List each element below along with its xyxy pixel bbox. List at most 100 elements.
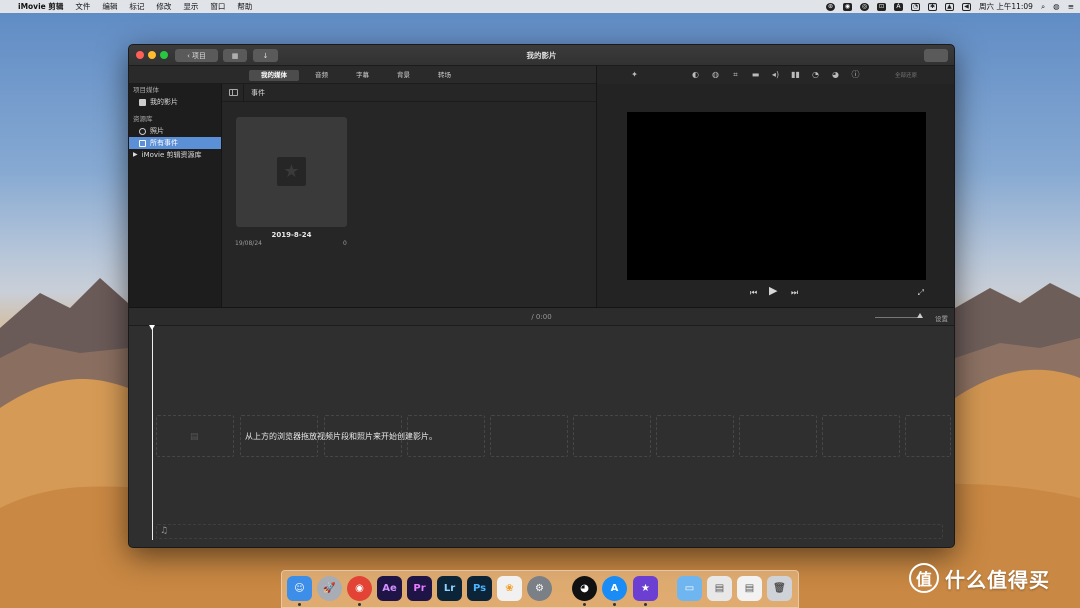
status-area: ⊛ ◉ ◎ ⊡ A ◔ ✱ ▲ ◀ 周六 上午11:09 ⌕ ◍ ≡ — [825, 1, 1074, 12]
notification-center-icon[interactable]: ≡ — [1068, 2, 1074, 11]
event-title[interactable]: 2019-8-24 — [236, 231, 347, 239]
volume-icon[interactable]: ◂) — [771, 70, 780, 79]
siri-icon[interactable]: ◍ — [1053, 2, 1060, 11]
adobe-icon[interactable]: A — [893, 2, 903, 11]
tab-audio[interactable]: 音频 — [303, 70, 340, 81]
star-event-icon — [139, 139, 146, 147]
airplay-icon[interactable]: ▲ — [944, 2, 954, 11]
menu-app-name[interactable]: iMovie 剪辑 — [18, 1, 63, 12]
star-glyph: ★ — [283, 161, 300, 182]
menu-edit[interactable]: 编辑 — [102, 1, 117, 12]
baidu-icon[interactable]: ⊡ — [876, 2, 886, 11]
tab-backgrounds[interactable]: 背景 — [385, 70, 422, 81]
menu-window[interactable]: 窗口 — [210, 1, 225, 12]
clapperboard-icon — [139, 98, 146, 106]
dock-screenshot-icon[interactable]: ▤ — [707, 576, 732, 601]
star-icon: ★ — [277, 157, 306, 186]
sidebar-item-imovie-library[interactable]: ▶ iMovie 剪辑资源库 — [129, 149, 221, 161]
sidebar-item-label: 所有事件 — [150, 139, 178, 147]
dock-photoshop-icon[interactable]: Ps — [467, 576, 492, 601]
skip-back-icon[interactable]: ⏮ — [750, 288, 757, 298]
clip-placeholder — [656, 415, 734, 457]
dock-folder-icon[interactable]: ▭ — [677, 576, 702, 601]
menubar-clock[interactable]: 周六 上午11:09 — [979, 1, 1033, 12]
magic-wand-icon[interactable]: ✦ — [630, 70, 639, 79]
dock-system-preferences-icon[interactable]: ⚙ — [527, 576, 552, 601]
noise-reduction-icon[interactable]: ▮▮ — [791, 70, 800, 79]
film-icon: ▤ — [190, 432, 199, 442]
window-title: 我的影片 — [526, 51, 557, 60]
event-clip-count: 0 — [343, 240, 347, 247]
zoom-slider-knob[interactable] — [917, 313, 923, 318]
audio-lane[interactable]: ♫ — [156, 524, 943, 539]
dock-imovie-icon[interactable]: ★ — [633, 576, 658, 601]
dock-after-effects-icon[interactable]: Ae — [377, 576, 402, 601]
color-balance-icon[interactable]: ◐ — [691, 70, 700, 79]
dock-chrome-icon[interactable]: ◉ — [347, 576, 372, 601]
sidebar-item-photos[interactable]: 照片 — [129, 125, 221, 137]
sidebar-item-all-events[interactable]: 所有事件 — [129, 137, 221, 149]
dock-launchpad-icon[interactable]: 🚀 — [317, 576, 342, 601]
stabilization-icon[interactable]: ▬ — [751, 70, 760, 79]
sidebar-item-my-movie[interactable]: 我的影片 — [129, 96, 221, 108]
dock-trash-icon[interactable]: 🗑 — [767, 576, 792, 601]
color-correction-icon[interactable]: ◍ — [711, 70, 720, 79]
share-button[interactable] — [924, 49, 948, 62]
tab-transitions[interactable]: 转场 — [426, 70, 463, 81]
sidebar-toggle-icon[interactable] — [229, 89, 238, 96]
menu-modify[interactable]: 修改 — [156, 1, 171, 12]
crop-icon[interactable]: ⌗ — [731, 70, 740, 79]
speed-icon[interactable]: ◔ — [811, 70, 820, 79]
music-note-icon: ♫ — [160, 526, 169, 536]
window-titlebar: ‹ 项目 ▦ ↓ 我的影片 — [129, 45, 954, 66]
running-indicator — [358, 603, 361, 606]
timeline-zoom-slider[interactable] — [875, 317, 920, 318]
menu-help[interactable]: 帮助 — [237, 1, 252, 12]
preview-viewer: ⏮ ▶ ⏭ ⤢ — [596, 84, 954, 307]
dock-app-store-icon[interactable]: A — [602, 576, 627, 601]
clip-placeholder: ▤ — [156, 415, 234, 457]
clip-placeholder — [905, 415, 951, 457]
tab-my-media[interactable]: 我的媒体 — [249, 70, 299, 81]
timeline-empty-hint: 从上方的浏览器拖放视频片段和照片来开始创建影片。 — [245, 432, 437, 441]
record-icon[interactable]: ◉ — [842, 2, 852, 11]
viewer-toolbar: ✦ ◐ ◍ ⌗ ▬ ◂) ▮▮ ◔ ◕ ⓘ 全部还原 — [596, 66, 954, 84]
timeline-settings-button[interactable]: 设置 — [935, 313, 948, 323]
menu-view[interactable]: 显示 — [183, 1, 198, 12]
preview-screen[interactable] — [627, 112, 926, 280]
skip-forward-icon[interactable]: ⏭ — [791, 288, 798, 298]
event-thumbnail[interactable]: ★ — [236, 117, 347, 227]
dock-lightroom-icon[interactable]: Lr — [437, 576, 462, 601]
playhead-handle[interactable] — [149, 325, 155, 330]
dock-screenshot-icon[interactable]: ▤ — [737, 576, 762, 601]
weibo-icon[interactable]: ◎ — [859, 2, 869, 11]
menu-file[interactable]: 文件 — [75, 1, 90, 12]
running-indicator — [298, 603, 301, 606]
fullscreen-icon[interactable]: ⤢ — [918, 288, 924, 298]
watermark-logo-icon: 值 — [909, 563, 939, 593]
tab-titles[interactable]: 字幕 — [344, 70, 381, 81]
disclosure-triangle-icon[interactable]: ▶ — [133, 149, 138, 161]
running-indicator — [644, 603, 647, 606]
dock-photos-icon[interactable]: ❀ — [497, 576, 522, 601]
event-date: 19/08/24 — [235, 240, 262, 247]
wechat-icon[interactable]: ⊛ — [825, 2, 835, 11]
info-icon[interactable]: ⓘ — [851, 70, 860, 79]
menu-mark[interactable]: 标记 — [129, 1, 144, 12]
clip-placeholder — [739, 415, 817, 457]
play-icon[interactable]: ▶ — [769, 285, 777, 296]
media-tabstrip: 我的媒体 音频 字幕 背景 转场 — [129, 66, 596, 84]
clip-filter-icon[interactable]: ◕ — [831, 70, 840, 79]
reset-all-button[interactable]: 全部还原 — [895, 71, 917, 79]
bluetooth-icon[interactable]: ✱ — [927, 2, 937, 11]
timeline[interactable]: ▤ 从上方的浏览器拖放视频片段和照片来开始创建影片。 ♫ — [129, 325, 954, 547]
watermark: 值 什么值得买 — [909, 563, 1050, 593]
dock-qq-icon[interactable]: ◕ — [572, 576, 597, 601]
volume-icon[interactable]: ◀ — [961, 2, 971, 11]
spotlight-search-icon[interactable]: ⌕ — [1041, 2, 1045, 12]
playhead[interactable] — [152, 326, 153, 540]
dock-premiere-icon[interactable]: Pr — [407, 576, 432, 601]
dock-finder-icon[interactable]: ☺ — [287, 576, 312, 601]
qq-icon[interactable]: ◔ — [910, 2, 920, 11]
timeline-header: / 0:00 设置 — [129, 307, 954, 326]
